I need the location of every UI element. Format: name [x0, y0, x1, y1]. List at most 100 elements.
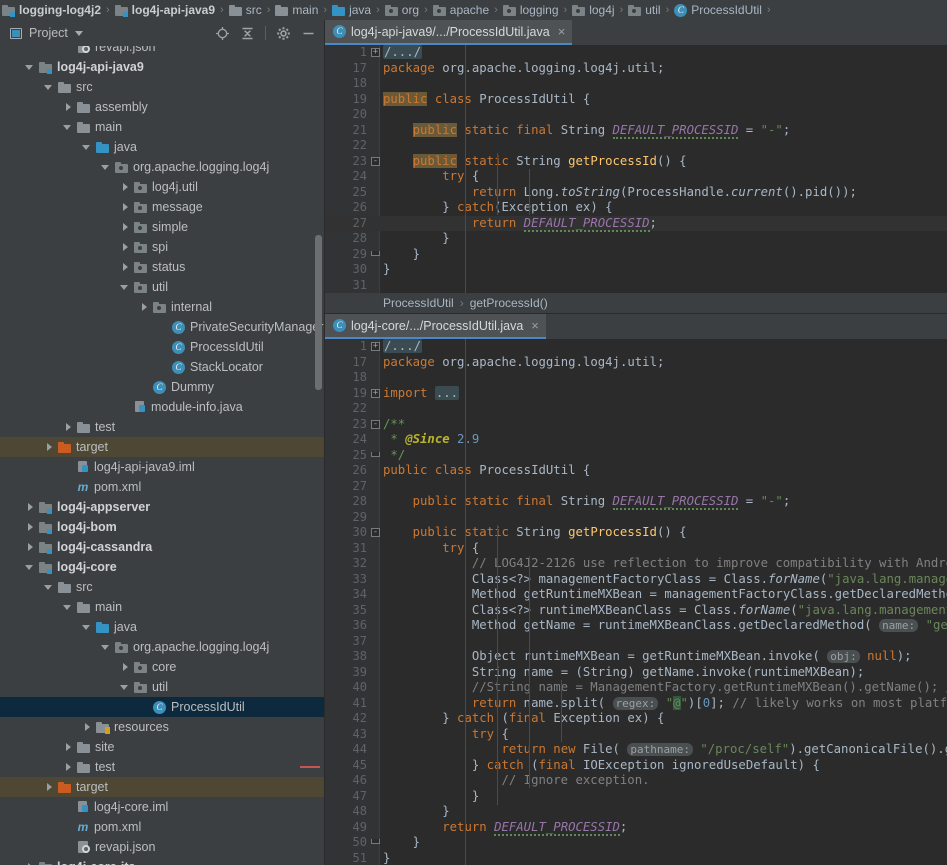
chevron-right-icon[interactable]	[44, 782, 55, 793]
tree-node-dummy[interactable]: C Dummy	[0, 377, 324, 397]
close-icon[interactable]: ×	[531, 318, 539, 333]
code-line[interactable]: 23-/**	[325, 417, 947, 433]
chevron-right-icon[interactable]	[120, 662, 131, 673]
editor-breadcrumb-item[interactable]: ProcessIdUtil	[383, 296, 454, 310]
code-line[interactable]: 37	[325, 634, 947, 650]
code-line[interactable]: 41 return name.split( regex: "@")[0]; //…	[325, 695, 947, 712]
chevron-down-icon[interactable]	[74, 30, 83, 36]
tree-node-src[interactable]: src	[0, 577, 324, 597]
code-line[interactable]: 24 try {	[325, 169, 947, 185]
code-line[interactable]: 19 + import ...	[325, 385, 947, 402]
code-line[interactable]: 32 // LOG4J2-2126 use reflection to impr…	[325, 556, 947, 572]
code-line[interactable]: 1 +/.../	[325, 45, 947, 61]
code-line[interactable]: 35 Class<?> runtimeMXBeanClass = Class.f…	[325, 603, 947, 619]
tree-node-module-info-java[interactable]: module-info.java	[0, 397, 324, 417]
tree-node-resources[interactable]: resources	[0, 717, 324, 737]
tree-node-log4j-api-java9[interactable]: log4j-api-java9	[0, 57, 324, 77]
code-line[interactable]: 51}	[325, 851, 947, 865]
tree-node-pom-xml[interactable]: m pom.xml	[0, 477, 324, 497]
tree-node-log4j-core-iml[interactable]: log4j-core.iml	[0, 797, 324, 817]
code-line[interactable]: 26 public class ProcessIdUtil {	[325, 463, 947, 479]
tree-node-revapi-json[interactable]: revapi.json	[0, 837, 324, 857]
chevron-right-icon[interactable]	[63, 422, 74, 433]
code-line[interactable]: 34 Method getRuntimeMXBean = managementF…	[325, 587, 947, 603]
project-tree[interactable]: revapi.json log4j-api-java9 src assembly mai…	[0, 46, 324, 865]
project-panel-title[interactable]: Project	[10, 26, 83, 40]
code-line[interactable]: 17 package org.apache.logging.log4j.util;	[325, 355, 947, 371]
chevron-right-icon[interactable]	[120, 262, 131, 273]
code-line[interactable]: 33 Class<?> managementFactoryClass = Cla…	[325, 572, 947, 588]
chevron-right-icon[interactable]	[120, 182, 131, 193]
chevron-right-icon[interactable]	[25, 502, 36, 513]
breadcrumb-item-log4j-api-java9[interactable]: log4j-api-java9	[114, 0, 215, 20]
code-line[interactable]: 25 */	[325, 448, 947, 464]
tree-node-site[interactable]: site	[0, 737, 324, 757]
chevron-right-icon[interactable]	[63, 762, 74, 773]
code-editor-bottom[interactable]: 1 +/.../17 package org.apache.logging.log4…	[325, 339, 947, 865]
chevron-right-icon[interactable]	[44, 442, 55, 453]
tree-node-log4j-core[interactable]: log4j-core	[0, 557, 324, 577]
code-line[interactable]: 48 }	[325, 804, 947, 820]
code-line[interactable]: 22	[325, 138, 947, 154]
code-line[interactable]: 36 Method getName = runtimeMXBeanClass.g…	[325, 618, 947, 634]
collapse-all-icon[interactable]	[240, 26, 255, 41]
tree-node-status[interactable]: status	[0, 257, 324, 277]
code-line[interactable]: 28 public static final String DEFAULT_PR…	[325, 494, 947, 510]
chevron-down-icon[interactable]	[25, 62, 36, 73]
fold-end-marker[interactable]	[371, 839, 380, 844]
chevron-down-icon[interactable]	[44, 582, 55, 593]
breadcrumb-item-util[interactable]: util	[628, 0, 661, 20]
code-line[interactable]: 23- public static String getProcessId() …	[325, 153, 947, 170]
chevron-right-icon[interactable]	[139, 302, 150, 313]
code-line[interactable]: 21 public static final String DEFAULT_PR…	[325, 122, 947, 139]
chevron-down-icon[interactable]	[63, 602, 74, 613]
code-line[interactable]: 31 try {	[325, 541, 947, 557]
chevron-down-icon[interactable]	[101, 162, 112, 173]
code-line[interactable]: 30}	[325, 262, 947, 278]
close-icon[interactable]: ×	[558, 24, 566, 39]
code-line[interactable]: 19 public class ProcessIdUtil {	[325, 91, 947, 108]
code-line[interactable]: 1 +/.../	[325, 339, 947, 355]
tree-node-main[interactable]: main	[0, 597, 324, 617]
editor-breadcrumb-item[interactable]: getProcessId()	[470, 296, 548, 310]
chevron-down-icon[interactable]	[120, 682, 131, 693]
code-line[interactable]: 49 return DEFAULT_PROCESSID;	[325, 819, 947, 836]
tree-node-util[interactable]: util	[0, 677, 324, 697]
tree-node-processidutil[interactable]: C ProcessIdUtil	[0, 337, 324, 357]
tree-node-target[interactable]: target	[0, 777, 324, 797]
tree-node-org-apache-logging-log4j[interactable]: org.apache.logging.log4j	[0, 157, 324, 177]
tree-node-test[interactable]: test	[0, 417, 324, 437]
code-line[interactable]: 40 //String name = ManagementFactory.get…	[325, 680, 947, 696]
breadcrumb-item-log4j[interactable]: log4j	[572, 0, 615, 20]
hide-icon[interactable]	[301, 26, 316, 41]
breadcrumb-item-java[interactable]: java	[332, 0, 371, 20]
code-line[interactable]: 50 }	[325, 835, 947, 851]
tree-node-util[interactable]: util	[0, 277, 324, 297]
code-line[interactable]: 25 return Long.toString(ProcessHandle.cu…	[325, 185, 947, 201]
locate-icon[interactable]	[215, 26, 230, 41]
breadcrumb-item-apache[interactable]: apache	[432, 0, 489, 20]
chevron-down-icon[interactable]	[82, 622, 93, 633]
code-line[interactable]: 17 package org.apache.logging.log4j.util;	[325, 61, 947, 77]
code-line[interactable]: 26 } catch(Exception ex) {	[325, 200, 947, 216]
code-line[interactable]: 45 } catch (final IOException ignoredUse…	[325, 758, 947, 774]
tree-node-privatesecuritymanagerst[interactable]: C PrivateSecurityManagerSt	[0, 317, 324, 337]
tree-node-main[interactable]: main	[0, 117, 324, 137]
fold-toggle-icon[interactable]: +	[371, 48, 380, 57]
chevron-right-icon[interactable]	[120, 222, 131, 233]
tree-node-simple[interactable]: simple	[0, 217, 324, 237]
code-line[interactable]: 38 Object runtimeMXBean = getRuntimeMXBe…	[325, 649, 947, 665]
tree-node-stacklocator[interactable]: C StackLocator	[0, 357, 324, 377]
chevron-down-icon[interactable]	[120, 282, 131, 293]
tree-node-log4j-appserver[interactable]: log4j-appserver	[0, 497, 324, 517]
fold-toggle-icon[interactable]: +	[371, 388, 380, 398]
code-line[interactable]: 29	[325, 510, 947, 526]
tree-node-java[interactable]: java	[0, 137, 324, 157]
tree-node-core[interactable]: core	[0, 657, 324, 677]
tree-node-test[interactable]: test	[0, 757, 324, 777]
chevron-down-icon[interactable]	[25, 562, 36, 573]
project-tree-scrollbar[interactable]	[315, 235, 322, 390]
chevron-right-icon[interactable]	[25, 542, 36, 553]
chevron-right-icon[interactable]	[25, 862, 36, 865]
tree-node-log4j-bom[interactable]: log4j-bom	[0, 517, 324, 537]
